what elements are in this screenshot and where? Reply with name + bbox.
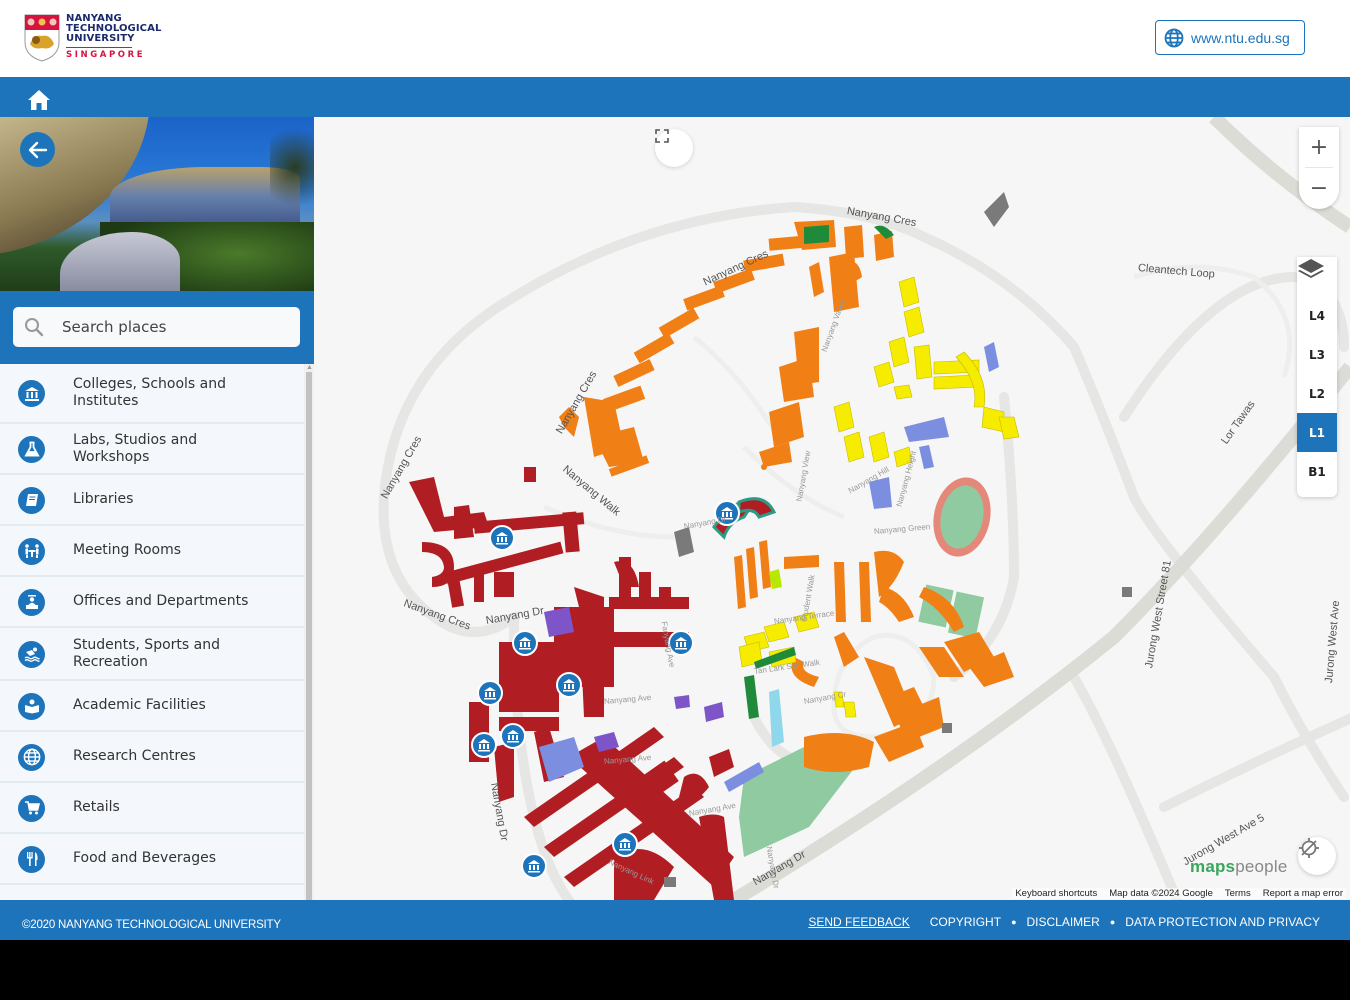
floor-button-b1[interactable]: B1	[1297, 452, 1337, 491]
category-label: Colleges, Schools and Institutes	[73, 376, 226, 409]
separator-dot: ●	[1011, 917, 1017, 927]
floor-selector: L4 L3 L2 L1 B1	[1297, 257, 1337, 497]
copyright-link[interactable]: COPYRIGHT	[930, 915, 1001, 929]
category-item-libraries[interactable]: Libraries	[0, 475, 304, 526]
cutlery-icon	[18, 845, 45, 873]
office-desk-icon	[18, 588, 45, 616]
cart-icon	[18, 794, 45, 822]
nav-bar	[0, 77, 1350, 117]
search-box[interactable]	[13, 307, 300, 347]
website-link-label: www.ntu.edu.sg	[1191, 29, 1290, 46]
arrow-left-icon	[28, 141, 47, 158]
poi-marker-institution[interactable]	[521, 853, 547, 879]
lime-building	[769, 569, 782, 589]
poi-marker-institution[interactable]	[512, 630, 538, 656]
category-label: Research Centres	[73, 748, 196, 764]
category-item-students-sports[interactable]: Students, Sports and Recreation	[0, 628, 304, 681]
category-item-research-centres[interactable]: Research Centres	[0, 732, 304, 783]
category-label: Meeting Rooms	[73, 542, 182, 558]
category-item-offices[interactable]: Offices and Departments	[0, 577, 304, 628]
poi-marker-institution[interactable]	[477, 680, 503, 706]
floor-button-l3[interactable]: L3	[1297, 335, 1337, 374]
map-attribution: Keyboard shortcuts Map data ©2024 Google…	[1012, 888, 1346, 899]
data-protection-link[interactable]: DATA PROTECTION AND PRIVACY	[1125, 915, 1320, 929]
floor-button-l1[interactable]: L1	[1297, 413, 1337, 452]
category-list-scrollbar[interactable]: ▲	[304, 364, 314, 900]
scrollbar-thumb[interactable]	[306, 372, 312, 900]
website-link[interactable]: www.ntu.edu.sg	[1155, 20, 1305, 55]
reading-icon	[18, 692, 45, 720]
category-item-meeting-rooms[interactable]: Meeting Rooms	[0, 526, 304, 577]
poi-marker-institution[interactable]	[489, 525, 515, 551]
category-list: Colleges, Schools and Institutes Labs, S…	[0, 364, 314, 900]
header: NANYANG TECHNOLOGICAL UNIVERSITY SINGAPO…	[0, 0, 1350, 77]
zoom-control: + −	[1299, 127, 1339, 209]
category-label: Academic Facilities	[73, 697, 206, 713]
category-item-academic-facilities[interactable]: Academic Facilities	[0, 681, 304, 732]
home-button[interactable]	[27, 89, 51, 111]
layers-button[interactable]	[1297, 257, 1337, 296]
fullscreen-button[interactable]	[655, 129, 693, 167]
back-button[interactable]	[20, 132, 55, 167]
category-label: Offices and Departments	[73, 593, 249, 609]
send-feedback-link[interactable]: SEND FEEDBACK	[808, 915, 909, 929]
swimmer-icon	[18, 640, 45, 668]
poi-marker-institution[interactable]	[612, 831, 638, 857]
brand-part: maps	[1190, 857, 1236, 876]
category-label: Students, Sports and Recreation	[73, 636, 220, 670]
campus-hero-image	[0, 117, 314, 291]
ntu-crest-icon	[24, 14, 60, 62]
category-label: Labs, Studios and Workshops	[73, 431, 198, 465]
category-label: Libraries	[73, 491, 134, 507]
category-label: Retails	[73, 799, 120, 815]
poi-marker-institution[interactable]	[556, 672, 582, 698]
logo-subline: SINGAPORE	[66, 47, 143, 60]
zoom-out-button[interactable]: −	[1299, 168, 1339, 208]
report-error-link[interactable]: Report a map error	[1263, 888, 1343, 899]
globe-icon	[18, 743, 45, 771]
scroll-up-icon[interactable]: ▲	[306, 364, 313, 371]
screen-bottom-bar	[0, 940, 1350, 1000]
sidebar: Colleges, Schools and Institutes Labs, S…	[0, 117, 314, 900]
book-icon	[18, 486, 45, 514]
floor-button-l2[interactable]: L2	[1297, 374, 1337, 413]
copyright-text: ©2020 NANYANG TECHNOLOGICAL UNIVERSITY	[22, 919, 281, 931]
category-item-colleges[interactable]: Colleges, Schools and Institutes	[0, 364, 304, 424]
category-item-labs[interactable]: Labs, Studios and Workshops	[0, 424, 304, 475]
poi-marker-institution[interactable]	[500, 723, 526, 749]
separator-dot: ●	[1109, 917, 1116, 927]
fullscreen-icon	[655, 129, 669, 143]
floor-button-l4[interactable]: L4	[1297, 296, 1337, 335]
terms-link[interactable]: Terms	[1225, 888, 1251, 899]
flask-icon	[18, 435, 45, 463]
my-location-button[interactable]	[1298, 837, 1336, 875]
disclaimer-link[interactable]: DISCLAIMER	[1027, 915, 1100, 929]
map-data-label: Map data ©2024 Google	[1109, 888, 1213, 899]
location-disabled-icon	[1299, 838, 1319, 858]
brand-part: people	[1235, 857, 1288, 876]
map-canvas[interactable]	[314, 117, 1350, 900]
search-icon	[24, 317, 44, 337]
layers-icon	[1298, 259, 1324, 278]
category-label: Food and Beverages	[73, 850, 217, 866]
footer: ©2020 NANYANG TECHNOLOGICAL UNIVERSITY S…	[0, 900, 1350, 940]
category-item-food-beverages[interactable]: Food and Beverages	[0, 834, 304, 885]
institution-icon	[18, 380, 45, 407]
ntu-logo[interactable]: NANYANG TECHNOLOGICAL UNIVERSITY SINGAPO…	[24, 14, 161, 62]
home-icon	[28, 90, 50, 110]
globe-icon	[1164, 28, 1184, 48]
keyboard-shortcuts-link[interactable]: Keyboard shortcuts	[1015, 888, 1097, 899]
logo-line: UNIVERSITY	[66, 33, 135, 44]
mapspeople-logo: mapspeople	[1190, 857, 1287, 877]
poi-marker-institution[interactable]	[471, 732, 497, 758]
zoom-in-button[interactable]: +	[1299, 127, 1339, 167]
page: NANYANG TECHNOLOGICAL UNIVERSITY SINGAPO…	[0, 0, 1350, 940]
meeting-icon	[18, 537, 45, 565]
campus-map[interactable]: Nanyang Cres Nanyang Cres Nanyang Cres N…	[314, 117, 1350, 900]
category-item-retails[interactable]: Retails	[0, 783, 304, 834]
search-input[interactable]	[62, 318, 282, 336]
